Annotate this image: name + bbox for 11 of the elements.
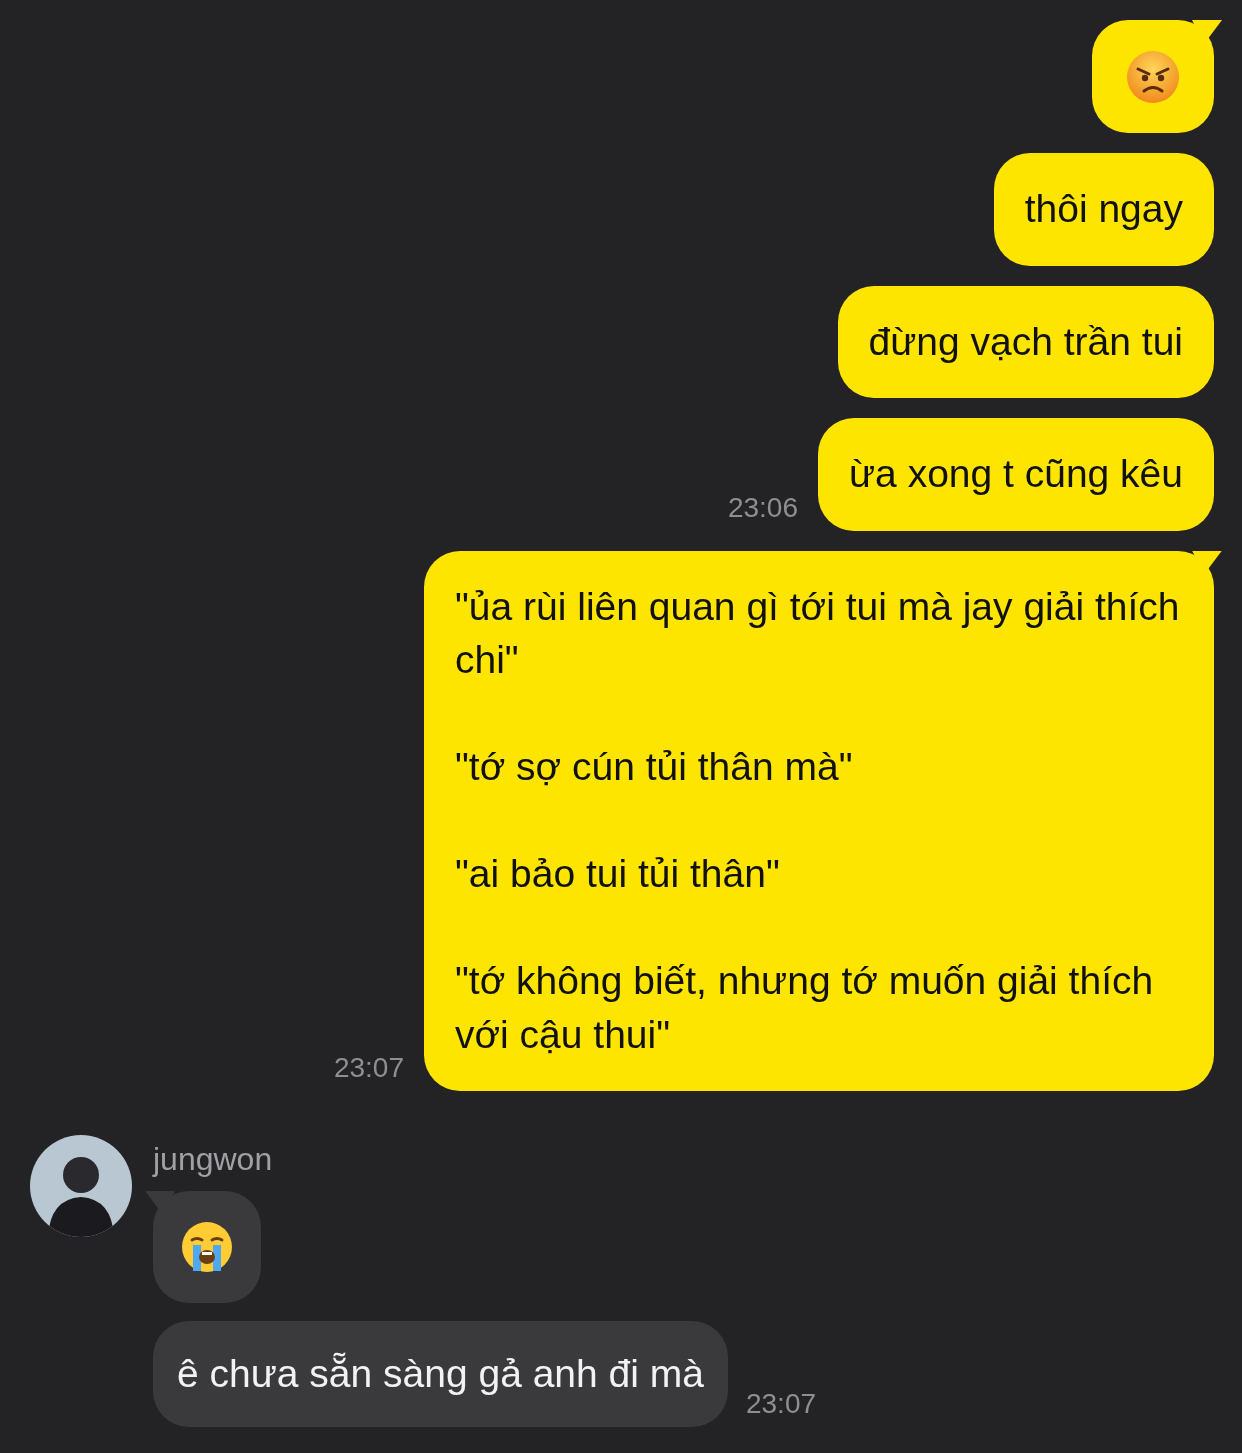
timestamp: 23:07 [333, 1051, 404, 1085]
message-bubble: "ủa rùi liên quan gì tới tui mà jay giải thích chi" "tớ sợ cún tủi thân mà" "ai bảo tui tủi thân" "tớ không biết, nhưng tớ muốn giải thích với cậu thui" [424, 550, 1214, 1091]
angry-face-icon [1125, 48, 1181, 105]
message-bubble: đừng vạch trần tui [837, 285, 1214, 398]
crying-face-icon [179, 1219, 235, 1275]
message-bubble: ê chưa sẵn sàng gả anh đi mà [153, 1321, 728, 1427]
sender-name: jungwon [153, 1140, 273, 1179]
message-bubble: ừa xong t cũng kêu [818, 418, 1214, 531]
timestamp: 23:07 [745, 1386, 817, 1421]
message-bubble: thôi ngay [993, 153, 1214, 266]
timestamp: 23:06 [727, 490, 798, 525]
